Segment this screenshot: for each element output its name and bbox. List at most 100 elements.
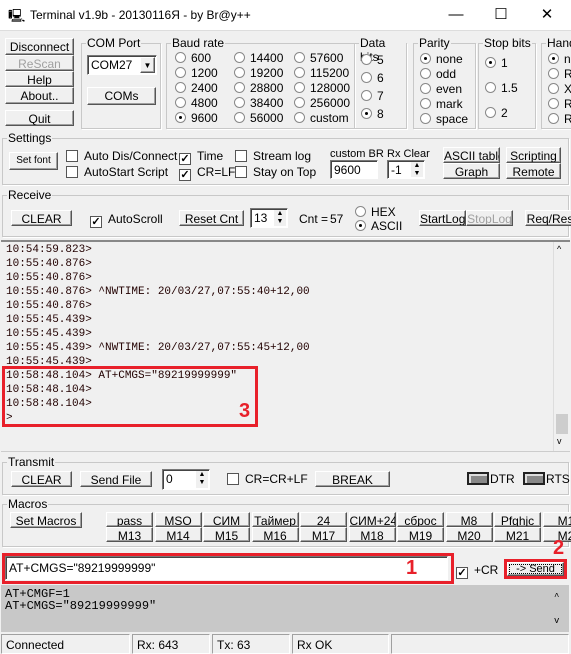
- macro-button[interactable]: M1: [542, 512, 571, 527]
- req-resp-button[interactable]: Req/Res: [525, 210, 571, 226]
- macro-button[interactable]: Pfghjc: [494, 512, 541, 527]
- macro-button[interactable]: MSO: [154, 512, 202, 527]
- baud-rate-option-radio[interactable]: 115200: [294, 66, 349, 80]
- rts-indicator[interactable]: [523, 472, 545, 485]
- baud-rate-option-radio[interactable]: 38400: [234, 96, 283, 110]
- baud-rate-option-radio[interactable]: 56000: [234, 111, 283, 125]
- close-icon[interactable]: ✕: [532, 4, 562, 26]
- scrollbar-thumb[interactable]: [556, 414, 568, 434]
- baud-rate-option-radio[interactable]: 128000: [294, 81, 350, 95]
- send-input[interactable]: AT+CMGS="89219999999": [5, 556, 448, 580]
- parity-option-radio[interactable]: odd: [420, 67, 456, 81]
- scripting-button[interactable]: Scripting: [506, 147, 561, 163]
- time-checkbox[interactable]: ✓ Time: [179, 149, 223, 165]
- receive-scrollbar[interactable]: ^ v: [553, 242, 569, 451]
- parity-option-radio[interactable]: space: [420, 112, 468, 126]
- stay-on-top-checkbox[interactable]: Stay on Top: [235, 165, 316, 179]
- reset-cnt-button[interactable]: Reset Cnt: [179, 210, 244, 226]
- handshaking-option-radio[interactable]: n: [548, 52, 571, 66]
- stream-log-checkbox[interactable]: Stream log: [235, 149, 311, 163]
- macro-button[interactable]: M13: [106, 527, 153, 542]
- baud-rate-option-radio[interactable]: 600: [175, 51, 211, 65]
- transmit-spinner[interactable]: 0 ▲ ▼: [162, 469, 210, 490]
- macro-button[interactable]: Таймер: [251, 512, 299, 527]
- cr-lf-checkbox[interactable]: ✓ CR=LF: [179, 165, 235, 181]
- macro-button[interactable]: СИМ: [203, 512, 250, 527]
- scroll-down-icon[interactable]: v: [554, 615, 559, 627]
- graph-button[interactable]: Graph: [443, 163, 500, 179]
- baud-rate-option-radio[interactable]: 256000: [294, 96, 350, 110]
- receive-clear-button[interactable]: CLEAR: [11, 210, 72, 226]
- data-bits-option-radio[interactable]: 6: [361, 71, 384, 85]
- send-file-button[interactable]: Send File: [80, 471, 152, 487]
- com-port-select[interactable]: COM27 ▼: [87, 55, 157, 75]
- about-button[interactable]: About..: [5, 87, 74, 104]
- coms-button[interactable]: COMs: [87, 87, 156, 105]
- plus-cr-checkbox[interactable]: ✓ +CR: [456, 563, 498, 579]
- rx-clear-spinner[interactable]: -1 ▲ ▼: [387, 160, 425, 179]
- parity-option-radio[interactable]: none: [420, 52, 463, 66]
- maximize-icon[interactable]: ☐: [486, 4, 516, 26]
- handshaking-option-radio[interactable]: R: [548, 112, 571, 126]
- baud-rate-option-radio[interactable]: custom: [294, 111, 349, 125]
- stop-log-button[interactable]: StopLog: [466, 210, 513, 226]
- parity-option-radio[interactable]: even: [420, 82, 462, 96]
- macro-button[interactable]: M18: [348, 527, 396, 542]
- start-log-button[interactable]: StartLog: [419, 210, 466, 226]
- transmit-clear-button[interactable]: CLEAR: [11, 471, 72, 487]
- baud-rate-option-radio[interactable]: 2400: [175, 81, 218, 95]
- data-bits-option-radio[interactable]: 5: [361, 53, 384, 67]
- baud-rate-option-radio[interactable]: 9600: [175, 111, 218, 125]
- cr-crlf-checkbox[interactable]: CR=CR+LF: [227, 472, 308, 486]
- dtr-indicator[interactable]: [467, 472, 489, 485]
- macro-button[interactable]: M19: [397, 527, 444, 542]
- custom-br-input[interactable]: 9600: [330, 160, 378, 179]
- autostart-script-checkbox[interactable]: AutoStart Script: [66, 165, 168, 179]
- hex-radio[interactable]: HEX: [355, 205, 396, 219]
- handshaking-option-radio[interactable]: X: [548, 82, 571, 96]
- baud-rate-option-radio[interactable]: 57600: [294, 51, 343, 65]
- baud-rate-option-radio[interactable]: 1200: [175, 66, 218, 80]
- baud-rate-option-radio[interactable]: 4800: [175, 96, 218, 110]
- data-bits-option-radio[interactable]: 7: [361, 89, 384, 103]
- baud-rate-option-radio[interactable]: 14400: [234, 51, 283, 65]
- spinner-arrows-icon[interactable]: ▲ ▼: [196, 471, 208, 488]
- handshaking-option-radio[interactable]: R: [548, 67, 571, 81]
- spinner-arrows-icon[interactable]: ▲ ▼: [274, 210, 286, 226]
- disconnect-button[interactable]: Disconnect: [5, 38, 74, 55]
- handshaking-option-radio[interactable]: R: [548, 97, 571, 111]
- scroll-down-icon[interactable]: v: [557, 436, 562, 446]
- rescan-button[interactable]: ReScan: [5, 55, 74, 71]
- macro-button[interactable]: M20: [445, 527, 493, 542]
- macro-button[interactable]: M21: [494, 527, 541, 542]
- transmit-history[interactable]: AT+CMGF=1 AT+CMGS="89219999999" ^ v: [1, 585, 569, 632]
- parity-option-radio[interactable]: mark: [420, 97, 463, 111]
- set-font-button[interactable]: Set font: [9, 152, 58, 170]
- stop-bits-option-radio[interactable]: 1: [485, 56, 508, 70]
- macro-button[interactable]: СИМ+24: [348, 512, 396, 527]
- send-button[interactable]: -> Send: [507, 562, 564, 576]
- remote-button[interactable]: Remote: [506, 163, 561, 179]
- auto-dis-connect-checkbox[interactable]: Auto Dis/Connect: [66, 149, 177, 163]
- quit-button[interactable]: Quit: [5, 110, 74, 126]
- stop-bits-option-radio[interactable]: 2: [485, 106, 508, 120]
- macro-button[interactable]: M16: [251, 527, 299, 542]
- spinner-arrows-icon[interactable]: ▲ ▼: [411, 162, 423, 177]
- ascii-table-button[interactable]: ASCII table: [443, 147, 500, 163]
- macro-button[interactable]: 24: [300, 512, 347, 527]
- macro-button[interactable]: M8: [445, 512, 493, 527]
- macro-button[interactable]: M15: [203, 527, 250, 542]
- cnt-spinner[interactable]: 13 ▲ ▼: [250, 208, 288, 228]
- stop-bits-option-radio[interactable]: 1.5: [485, 81, 518, 95]
- ascii-radio[interactable]: ASCII: [355, 219, 402, 233]
- set-macros-button[interactable]: Set Macros: [10, 512, 82, 528]
- minimize-icon[interactable]: —: [441, 4, 471, 26]
- macro-button[interactable]: M14: [154, 527, 202, 542]
- break-button[interactable]: BREAK: [315, 471, 390, 487]
- scroll-up-icon[interactable]: ^: [554, 591, 559, 603]
- baud-rate-option-radio[interactable]: 19200: [234, 66, 283, 80]
- macro-button[interactable]: pass: [106, 512, 153, 527]
- chevron-down-icon[interactable]: ▼: [140, 57, 155, 73]
- help-button[interactable]: Help: [5, 71, 74, 87]
- macro-button[interactable]: M17: [300, 527, 347, 542]
